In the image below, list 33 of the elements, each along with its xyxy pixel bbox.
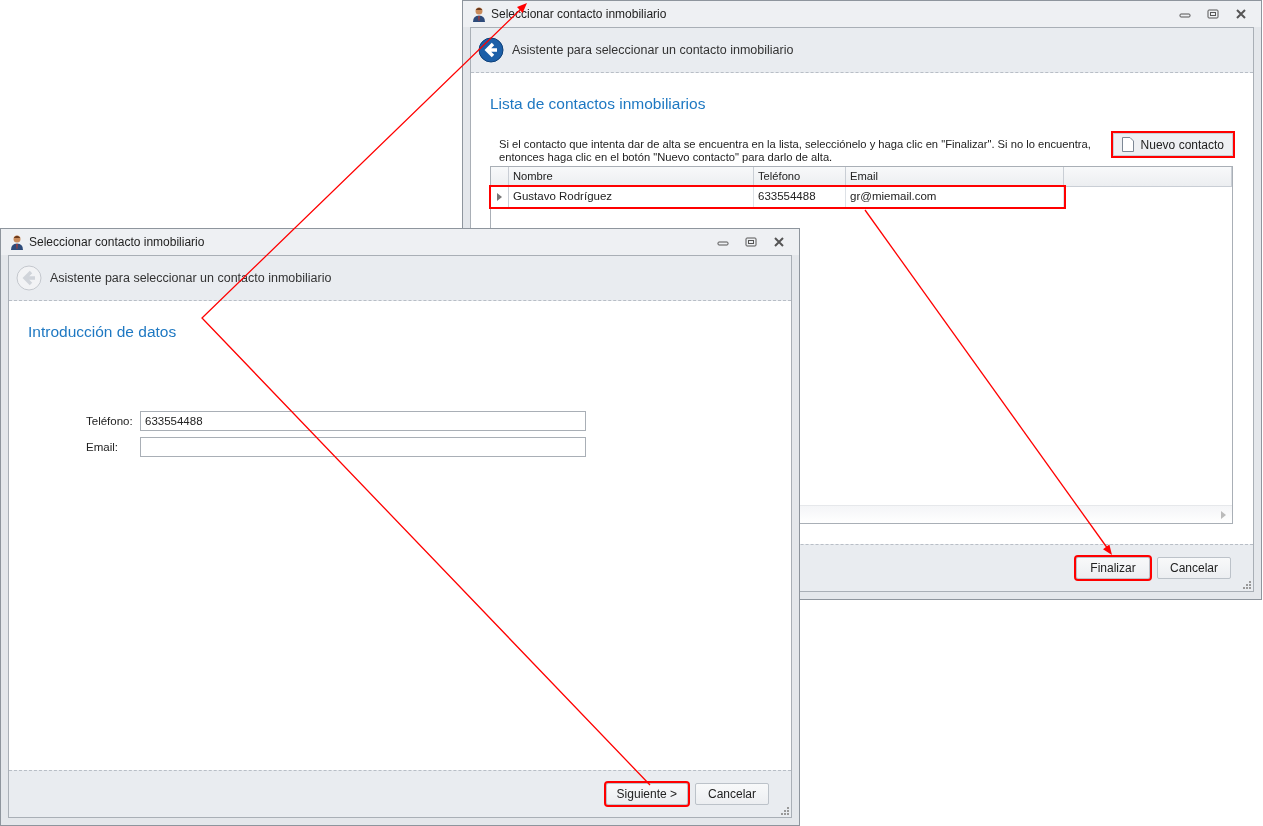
resize-grip-icon[interactable] [780, 806, 789, 815]
column-header[interactable]: Nombre [509, 167, 754, 187]
document-icon [1121, 137, 1134, 152]
table-cell: Gustavo Rodríguez [509, 187, 754, 207]
input-field[interactable] [140, 437, 586, 457]
page-title: Lista de contactos inmobiliarios [490, 95, 707, 113]
cancel-button[interactable]: Cancelar [1157, 557, 1231, 579]
contact-row[interactable]: Gustavo Rodríguez 633554488 gr@miemail.com [491, 187, 1064, 207]
field-label: Teléfono: [86, 415, 134, 427]
window-title: Seleccionar contacto inmobiliario [29, 235, 205, 249]
next-button[interactable]: Siguiente > [605, 783, 688, 805]
maximize-icon[interactable] [745, 237, 757, 247]
wizard-subtitle: Asistente para seleccionar un contacto inmobiliario [512, 43, 794, 57]
header-cell [491, 167, 509, 187]
close-icon[interactable] [773, 237, 785, 247]
table-cell: gr@miemail.com [846, 187, 1064, 207]
maximize-icon[interactable] [1207, 9, 1219, 19]
table-cell: 633554488 [754, 187, 846, 207]
row-indicator-icon [497, 193, 502, 201]
person-icon [9, 234, 25, 250]
next-button[interactable]: Finalizar [1076, 557, 1150, 579]
column-header[interactable]: Teléfono [754, 167, 846, 187]
field-label: Email: [86, 441, 119, 453]
cancel-button[interactable]: Cancelar [695, 783, 769, 805]
new-contact-button[interactable]: Nuevo contacto [1112, 133, 1233, 156]
scroll-right-icon[interactable] [1221, 510, 1226, 519]
person-icon [471, 6, 487, 22]
resize-grip-icon[interactable] [1242, 580, 1251, 589]
instructions-text: Si el contacto que intenta dar de alta se encuentra en la lista, selecciónelo y haga clic en "Finalizar". Si no lo encuentra, entonces haga clic en el botón "Nuevo contacto" para darlo de alta. [499, 138, 1092, 164]
column-header[interactable]: Email [846, 167, 1064, 187]
input-field[interactable]: 633554488 [140, 411, 586, 431]
page-title: Introducción de datos [28, 323, 178, 341]
close-icon[interactable] [1235, 9, 1247, 19]
